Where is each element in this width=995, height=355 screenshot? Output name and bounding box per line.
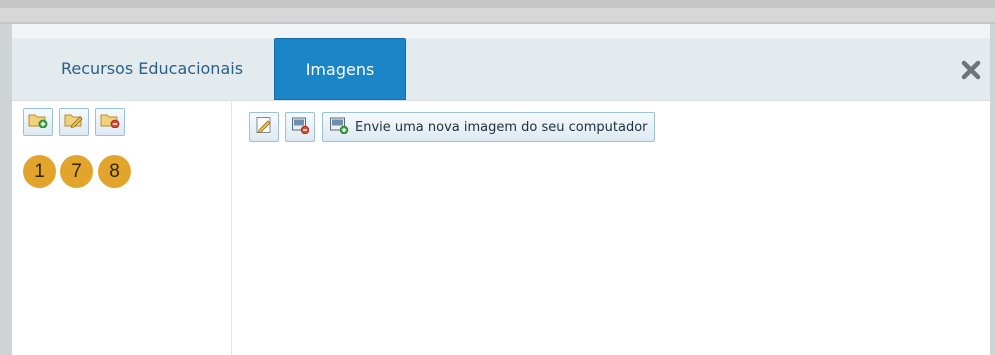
- annotation-badge: 7: [60, 155, 93, 188]
- window-top-strip-inner: [0, 8, 995, 22]
- folder-edit-icon: [64, 112, 84, 132]
- folder-delete-icon: [100, 112, 120, 132]
- tab-recursos-educacionais[interactable]: Recursos Educacionais: [28, 38, 276, 99]
- tab-imagens[interactable]: Imagens: [274, 38, 406, 100]
- image-upload-icon: [329, 116, 349, 138]
- delete-folder-button[interactable]: [95, 108, 125, 136]
- dialog-top-bar: [12, 24, 990, 38]
- annotation-badge: 8: [98, 155, 131, 188]
- image-edit-icon: [255, 116, 273, 138]
- media-dialog: Recursos Educacionais Imagens 1 7 8 Envi…: [12, 24, 990, 355]
- window-top-strip: [0, 0, 995, 24]
- folder-pane: 1 7 8: [12, 101, 232, 355]
- image-pane: Envie uma nova imagem do seu computador: [232, 101, 990, 355]
- window-left-edge: [0, 24, 12, 355]
- edit-folder-button[interactable]: [59, 108, 89, 136]
- delete-image-button[interactable]: [285, 112, 315, 142]
- tab-label: Recursos Educacionais: [60, 59, 244, 78]
- window-right-edge: [990, 24, 995, 355]
- image-delete-icon: [291, 116, 310, 138]
- edit-image-button[interactable]: [249, 112, 279, 142]
- folder-add-icon: [28, 112, 48, 132]
- dialog-content: 1 7 8 Envie uma nova imagem do seu compu…: [12, 101, 990, 355]
- annotation-badge: 1: [23, 155, 56, 188]
- tab-bar: Recursos Educacionais Imagens: [12, 38, 990, 101]
- tab-label: Imagens: [305, 59, 375, 79]
- close-button[interactable]: [960, 60, 982, 84]
- close-icon: [961, 60, 981, 84]
- upload-image-button[interactable]: Envie uma nova imagem do seu computador: [322, 112, 655, 142]
- upload-image-label: Envie uma nova imagem do seu computador: [355, 119, 648, 135]
- add-folder-button[interactable]: [23, 108, 53, 136]
